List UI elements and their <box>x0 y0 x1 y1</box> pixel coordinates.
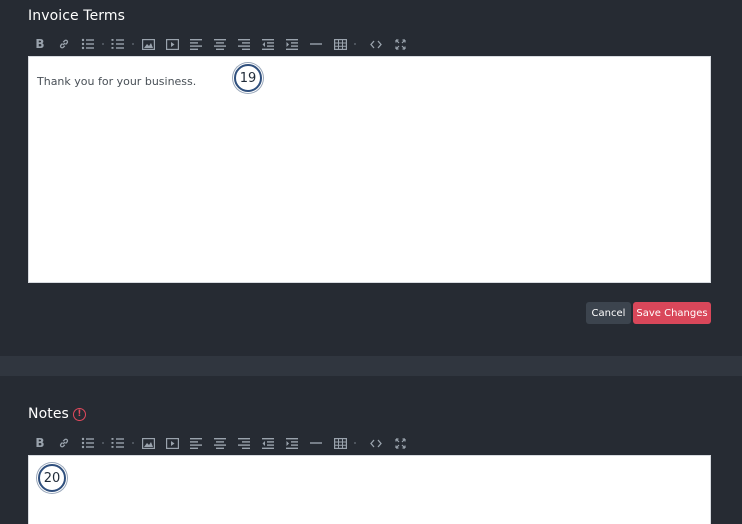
notes-title-label: Notes <box>28 406 69 422</box>
chevron-down-icon[interactable] <box>352 433 358 453</box>
save-changes-button[interactable]: Save Changes <box>633 302 711 324</box>
horizontal-rule-icon[interactable] <box>304 34 328 54</box>
step-badge: 19 <box>234 64 262 92</box>
numbered-list-icon[interactable] <box>106 34 130 54</box>
image-icon[interactable] <box>136 34 160 54</box>
info-icon[interactable]: ! <box>72 407 86 421</box>
video-icon[interactable] <box>160 433 184 453</box>
bold-icon[interactable]: B <box>28 34 52 54</box>
notes-section: Notes ! B <box>0 376 742 524</box>
chevron-down-icon[interactable] <box>352 34 358 54</box>
image-icon[interactable] <box>136 433 160 453</box>
code-view-icon[interactable] <box>364 433 388 453</box>
invoice-terms-title: Invoice Terms <box>28 8 126 24</box>
align-left-icon[interactable] <box>184 34 208 54</box>
table-icon[interactable] <box>328 433 352 453</box>
code-view-icon[interactable] <box>364 34 388 54</box>
section-divider <box>0 356 742 376</box>
indent-icon[interactable] <box>280 34 304 54</box>
bullet-list-icon[interactable] <box>76 34 100 54</box>
step-badge: 20 <box>38 464 66 492</box>
invoice-terms-section: Invoice Terms B Thank you for your busin… <box>0 0 742 356</box>
invoice-terms-text[interactable]: Thank you for your business. <box>37 75 196 88</box>
invoice-terms-toolbar: B <box>28 34 412 54</box>
bullet-list-icon[interactable] <box>76 433 100 453</box>
notes-title: Notes ! <box>28 406 86 422</box>
align-center-icon[interactable] <box>208 34 232 54</box>
align-right-icon[interactable] <box>232 34 256 54</box>
bold-icon[interactable]: B <box>28 433 52 453</box>
numbered-list-icon[interactable] <box>106 433 130 453</box>
video-icon[interactable] <box>160 34 184 54</box>
notes-editor[interactable] <box>28 455 711 524</box>
indent-icon[interactable] <box>280 433 304 453</box>
align-right-icon[interactable] <box>232 433 256 453</box>
horizontal-rule-icon[interactable] <box>304 433 328 453</box>
link-icon[interactable] <box>52 433 76 453</box>
align-left-icon[interactable] <box>184 433 208 453</box>
outdent-icon[interactable] <box>256 34 280 54</box>
cancel-button[interactable]: Cancel <box>586 302 631 324</box>
fullscreen-icon[interactable] <box>388 433 412 453</box>
notes-toolbar: B <box>28 433 412 453</box>
fullscreen-icon[interactable] <box>388 34 412 54</box>
table-icon[interactable] <box>328 34 352 54</box>
outdent-icon[interactable] <box>256 433 280 453</box>
link-icon[interactable] <box>52 34 76 54</box>
align-center-icon[interactable] <box>208 433 232 453</box>
invoice-terms-editor[interactable]: Thank you for your business. <box>28 56 711 283</box>
